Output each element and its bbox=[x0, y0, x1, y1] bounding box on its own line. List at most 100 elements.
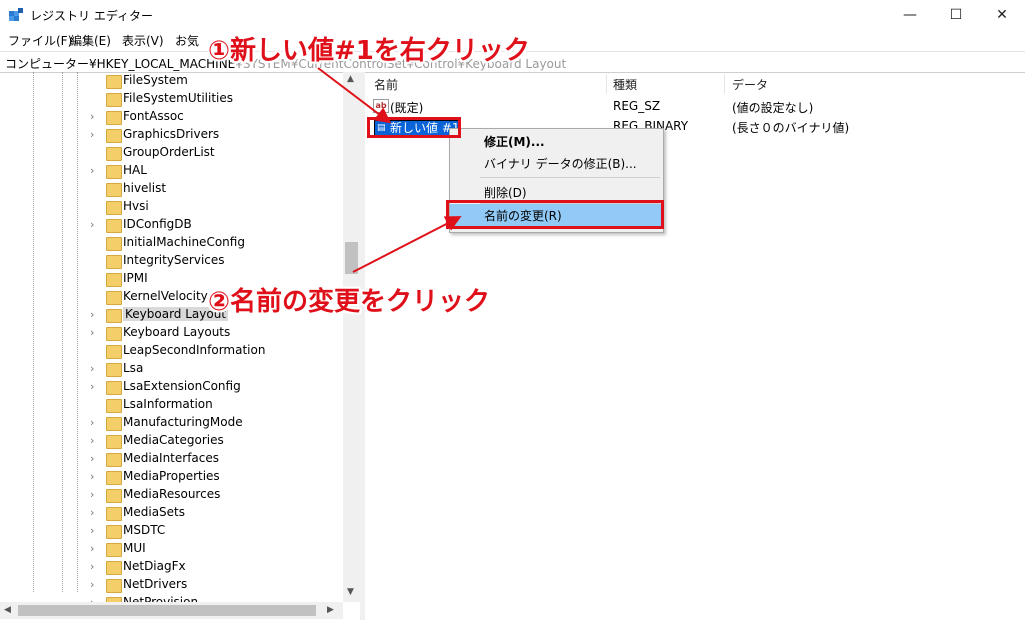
scroll-down-icon[interactable]: ▼ bbox=[347, 587, 354, 597]
minimize-button[interactable]: — bbox=[887, 0, 933, 30]
folder-icon bbox=[106, 291, 122, 305]
folder-icon bbox=[106, 201, 122, 215]
address-path-prefix: コンピューター¥HKEY_LOCAL_MACHINE bbox=[5, 57, 236, 71]
folder-icon bbox=[106, 417, 122, 431]
tree-item-label: LeapSecondInformation bbox=[123, 343, 266, 357]
expand-chevron-icon[interactable]: › bbox=[90, 128, 100, 141]
folder-icon bbox=[106, 579, 122, 593]
tree-item-label: LsaInformation bbox=[123, 397, 213, 411]
context-modify[interactable]: 修正(M)... bbox=[484, 133, 545, 150]
folder-icon bbox=[106, 147, 122, 161]
tree-item-label: IDConfigDB bbox=[123, 217, 192, 231]
tree-horizontal-scroll-thumb[interactable] bbox=[18, 605, 316, 616]
folder-icon bbox=[106, 489, 122, 503]
registry-editor-icon bbox=[9, 8, 23, 21]
folder-icon bbox=[106, 273, 122, 287]
folder-icon bbox=[106, 561, 122, 575]
window-title: レジストリ エディター bbox=[30, 9, 153, 23]
context-menu-separator bbox=[480, 177, 660, 178]
tree-vertical-scroll-thumb[interactable] bbox=[345, 242, 358, 274]
expand-chevron-icon[interactable]: › bbox=[90, 560, 100, 573]
tree-item-label: InitialMachineConfig bbox=[123, 235, 245, 249]
column-header-type[interactable]: 種類 bbox=[613, 76, 637, 93]
scroll-up-icon[interactable]: ▲ bbox=[347, 74, 354, 84]
folder-icon bbox=[106, 165, 122, 179]
tree-horizontal-scrollbar[interactable]: ◀ ▶ bbox=[0, 602, 343, 619]
expand-chevron-icon[interactable]: › bbox=[90, 308, 100, 321]
title-bar: レジストリ エディター — ☐ ✕ bbox=[0, 0, 1025, 30]
folder-icon bbox=[106, 219, 122, 233]
expand-chevron-icon[interactable]: › bbox=[90, 218, 100, 231]
folder-icon bbox=[106, 453, 122, 467]
tree-item-label: FileSystem bbox=[123, 73, 188, 87]
value-name[interactable]: (既定) bbox=[390, 99, 423, 116]
value-data: (長さ０のバイナリ値) bbox=[732, 121, 850, 135]
folder-icon bbox=[106, 345, 122, 359]
menu-favorites[interactable]: お気 bbox=[175, 32, 199, 49]
tree-item-label: FileSystemUtilities bbox=[123, 91, 233, 105]
folder-icon bbox=[106, 381, 122, 395]
folder-icon bbox=[106, 399, 122, 413]
tree-item-label: ManufacturingMode bbox=[123, 415, 243, 429]
folder-icon bbox=[106, 255, 122, 269]
tree-item-label: MediaCategories bbox=[123, 433, 224, 447]
expand-chevron-icon[interactable]: › bbox=[90, 506, 100, 519]
column-divider[interactable] bbox=[606, 74, 607, 94]
expand-chevron-icon[interactable]: › bbox=[90, 578, 100, 591]
folder-icon bbox=[106, 129, 122, 143]
string-value-icon: ab bbox=[373, 99, 389, 113]
column-divider[interactable] bbox=[724, 74, 725, 94]
tree-item-label: Hvsi bbox=[123, 199, 149, 213]
expand-chevron-icon[interactable]: › bbox=[90, 416, 100, 429]
tree-item-label: MSDTC bbox=[123, 523, 166, 537]
folder-icon bbox=[106, 363, 122, 377]
column-header-name[interactable]: 名前 bbox=[374, 76, 398, 93]
expand-chevron-icon[interactable]: › bbox=[90, 434, 100, 447]
folder-icon bbox=[106, 237, 122, 251]
menu-file[interactable]: ファイル(F) bbox=[8, 32, 72, 49]
context-delete[interactable]: 削除(D) bbox=[484, 184, 527, 201]
close-button[interactable]: ✕ bbox=[979, 0, 1025, 30]
menu-view[interactable]: 表示(V) bbox=[122, 32, 164, 49]
expand-chevron-icon[interactable]: › bbox=[90, 362, 100, 375]
column-header-data[interactable]: データ bbox=[732, 76, 768, 93]
expand-chevron-icon[interactable]: › bbox=[90, 470, 100, 483]
tree-item-label: LsaExtensionConfig bbox=[123, 379, 241, 393]
tree-vertical-scrollbar[interactable]: ▲ ▼ bbox=[343, 72, 360, 602]
expand-chevron-icon[interactable]: › bbox=[90, 110, 100, 123]
tree-item-label: MediaSets bbox=[123, 505, 185, 519]
tree-item-label: FontAssoc bbox=[123, 109, 184, 123]
tree-item-label: Lsa bbox=[123, 361, 144, 375]
tree-item-label: IntegrityServices bbox=[123, 253, 225, 267]
maximize-button[interactable]: ☐ bbox=[933, 0, 979, 30]
tree-item-label: HAL bbox=[123, 163, 147, 177]
expand-chevron-icon[interactable]: › bbox=[90, 542, 100, 555]
tree-item-label: IPMI bbox=[123, 271, 148, 285]
expand-chevron-icon[interactable]: › bbox=[90, 326, 100, 339]
tree-item-label: hivelist bbox=[123, 181, 167, 195]
folder-icon bbox=[106, 93, 122, 107]
annotation-step1: ①新しい値#1を右クリック bbox=[208, 36, 530, 66]
context-modify-binary[interactable]: バイナリ データの修正(B)... bbox=[484, 155, 637, 172]
key-tree: FileSystem FileSystemUtilities › FontAssoc ›… bbox=[0, 72, 360, 620]
folder-icon bbox=[106, 309, 122, 323]
tree-item-label: MediaProperties bbox=[123, 469, 220, 483]
scroll-right-icon[interactable]: ▶ bbox=[327, 605, 334, 615]
folder-icon bbox=[106, 435, 122, 449]
expand-chevron-icon[interactable]: › bbox=[90, 452, 100, 465]
folder-icon bbox=[106, 471, 122, 485]
annotation-highlight-box bbox=[367, 117, 461, 138]
tree-item-label: MUI bbox=[123, 541, 146, 555]
expand-chevron-icon[interactable]: › bbox=[90, 164, 100, 177]
value-type: REG_SZ bbox=[613, 99, 661, 113]
expand-chevron-icon[interactable]: › bbox=[90, 524, 100, 537]
scroll-left-icon[interactable]: ◀ bbox=[4, 605, 11, 615]
menu-edit[interactable]: 編集(E) bbox=[70, 32, 111, 49]
tree-item-label: NetDrivers bbox=[123, 577, 188, 591]
folder-icon bbox=[106, 183, 122, 197]
expand-chevron-icon[interactable]: › bbox=[90, 488, 100, 501]
folder-icon bbox=[106, 75, 122, 89]
folder-icon bbox=[106, 507, 122, 521]
folder-icon bbox=[106, 525, 122, 539]
expand-chevron-icon[interactable]: › bbox=[90, 380, 100, 393]
